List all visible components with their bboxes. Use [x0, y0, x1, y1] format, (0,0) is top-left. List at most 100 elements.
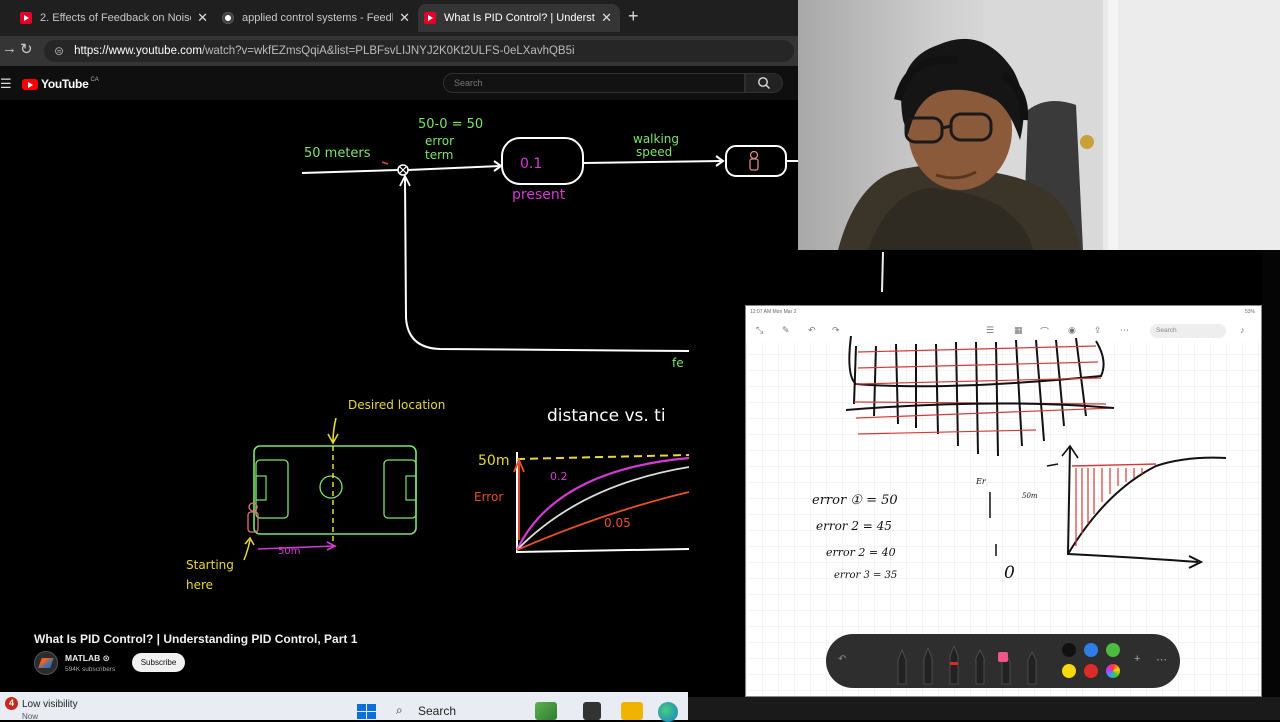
tab-title: 2. Effects of Feedback on Noise and: [40, 12, 191, 24]
browser-tab[interactable]: 2. Effects of Feedback on Noise and ✕: [14, 4, 216, 32]
search-icon[interactable]: ⌕: [396, 703, 403, 718]
youtube-search-input[interactable]: Search: [443, 73, 745, 93]
webcam-image: [838, 0, 1280, 250]
edge-browser-icon[interactable]: [658, 702, 678, 722]
channel-avatar[interactable]: [34, 651, 58, 675]
youtube-search-button[interactable]: [745, 73, 783, 93]
more-icon[interactable]: ⋯: [1120, 325, 1129, 336]
add-tool-icon[interactable]: +: [1134, 653, 1140, 665]
walking-speed-label: walking: [633, 132, 679, 146]
note-line: error 3 = 35: [834, 570, 897, 581]
field-distance-label: 50m: [278, 546, 300, 557]
graph-50m-label: 50m: [478, 453, 509, 469]
weather-notification[interactable]: Low visibility: [22, 699, 78, 710]
close-tab-icon[interactable]: ✕: [601, 10, 612, 26]
ipad-status-time: 12:07 AM Mon Mar 2: [750, 309, 797, 315]
file-explorer-icon[interactable]: [621, 702, 643, 720]
table-icon[interactable]: ▦: [1014, 325, 1023, 336]
notification-badge[interactable]: 4: [5, 697, 18, 710]
attachment-icon[interactable]: ⌒: [1040, 325, 1049, 338]
curve-label: 0.05: [604, 516, 631, 530]
video-player[interactable]: 50 meters 50-0 = 50 error term 0.1 prese…: [0, 100, 798, 625]
youtube-play-icon: [22, 78, 38, 90]
compose-icon[interactable]: ✎: [782, 325, 790, 336]
ipad-battery: 53%: [1244, 309, 1255, 315]
color-green[interactable]: [1106, 643, 1120, 657]
starting-here-label: Starting: [186, 558, 234, 572]
search-icon: [758, 77, 770, 89]
error-equation-label: 50-0 = 50: [418, 117, 483, 132]
error-term-label: term: [425, 148, 454, 162]
pen-stroke: [881, 251, 884, 293]
taskbar-search[interactable]: Search: [418, 704, 456, 718]
chatgpt-icon: [222, 12, 234, 24]
walking-speed-label: speed: [636, 145, 672, 159]
gain-caption: present: [512, 187, 566, 203]
checklist-icon[interactable]: ☰: [986, 325, 994, 336]
note-line: error 2 = 45: [816, 519, 892, 533]
channel-name[interactable]: MATLAB ⊙: [65, 653, 115, 664]
markup-icon[interactable]: ◉: [1068, 325, 1076, 336]
note-line: error ① = 50: [812, 493, 898, 508]
desktop-strip: [688, 697, 1280, 720]
color-black[interactable]: [1062, 643, 1076, 657]
subscribe-button[interactable]: Subscribe: [132, 653, 185, 672]
curve-label: 0.2: [550, 470, 568, 483]
reload-icon[interactable]: ↻: [20, 40, 33, 58]
whiteboard-drawing: 50 meters 50-0 = 50 error term 0.1 prese…: [186, 117, 798, 592]
note-zero: 0: [1004, 563, 1015, 583]
youtube-logo-text: YouTube: [41, 77, 89, 91]
palette-more-icon[interactable]: ⋯: [1156, 653, 1167, 666]
reference-label: 50 meters: [304, 146, 371, 161]
terminal-icon[interactable]: [583, 702, 601, 720]
windows-start-icon[interactable]: [357, 704, 377, 720]
gain-value: 0.1: [520, 156, 542, 172]
palette-undo-icon[interactable]: ↶: [838, 654, 846, 665]
browser-tab[interactable]: applied control systems - Feedback ✕: [216, 4, 418, 32]
error-term-label: error: [425, 134, 454, 148]
subscriber-count: 594K subscribers: [65, 666, 116, 673]
url-text: https://www.youtube.com/watch?v=wkfEZmsQ…: [74, 45, 574, 57]
url-field[interactable]: ⊜ https://www.youtube.com/watch?v=wkfEZm…: [44, 40, 794, 62]
webcam-feed: [798, 0, 1280, 250]
channel-info[interactable]: MATLAB ⊙ 594K subscribers: [34, 651, 115, 675]
color-picker-icon[interactable]: [1106, 664, 1120, 678]
note-side: 50m: [1022, 492, 1038, 500]
youtube-logo[interactable]: YouTube CA: [22, 77, 99, 91]
note-side: Er: [975, 477, 987, 486]
url-path: /watch?v=wkfEZmsQqiA&list=PLBFsvLIJNYJ2K…: [201, 45, 575, 57]
taskbar-app-icon[interactable]: [535, 702, 557, 720]
microphone-icon[interactable]: ♪: [1240, 325, 1245, 335]
collapse-icon[interactable]: ⤡: [756, 325, 763, 336]
youtube-header: ☰ YouTube CA Search: [0, 66, 798, 100]
redo-icon[interactable]: ↷: [832, 325, 840, 336]
site-info-icon[interactable]: ⊜: [54, 44, 64, 58]
tab-title: applied control systems - Feedback: [242, 12, 393, 24]
tab-title: What Is PID Control? | Understanding: [444, 12, 595, 24]
undo-icon[interactable]: ↶: [808, 325, 816, 336]
notes-search-input[interactable]: Search: [1150, 324, 1226, 338]
share-icon[interactable]: ⇪: [1094, 325, 1102, 336]
color-yellow[interactable]: [1062, 664, 1076, 678]
pen-tools[interactable]: [888, 642, 1068, 686]
close-tab-icon[interactable]: ✕: [399, 10, 410, 26]
graph-error-label: Error: [474, 490, 503, 504]
note-line: error 2 = 40: [826, 546, 896, 559]
youtube-icon: [20, 12, 32, 24]
color-blue[interactable]: [1084, 643, 1098, 657]
close-tab-icon[interactable]: ✕: [197, 10, 208, 26]
url-domain: https://www.youtube.com: [74, 45, 202, 57]
new-tab-icon[interactable]: +: [628, 6, 639, 27]
browser-tab-bar: 2. Effects of Feedback on Noise and ✕ ap…: [0, 0, 798, 36]
markup-palette[interactable]: ↶ + ⋯: [826, 634, 1180, 688]
menu-icon[interactable]: ☰: [0, 76, 12, 92]
youtube-icon: [424, 12, 436, 24]
color-red[interactable]: [1084, 664, 1098, 678]
browser-tab-active[interactable]: What Is PID Control? | Understanding ✕: [418, 4, 620, 32]
forward-icon[interactable]: →: [2, 40, 17, 57]
graph-title: distance vs. ti: [547, 406, 666, 426]
country-code: CA: [90, 77, 99, 83]
window-edge: [1262, 250, 1280, 697]
feedback-label: fe: [672, 356, 684, 370]
address-bar: → ↻ ⊜ https://www.youtube.com/watch?v=wk…: [0, 36, 798, 66]
